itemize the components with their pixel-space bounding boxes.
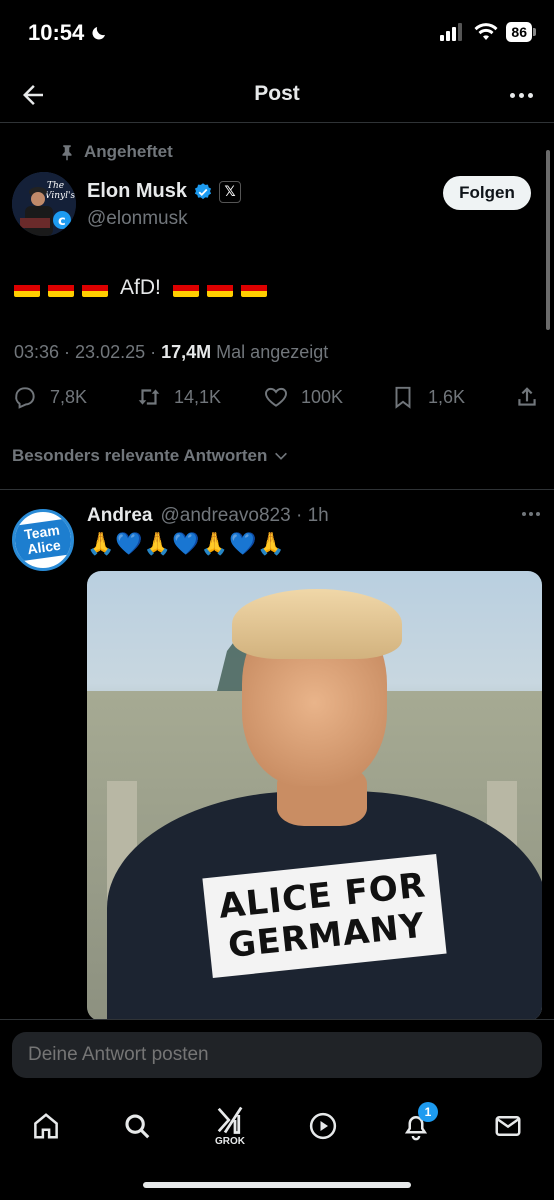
reply-text: 🙏💙🙏💙🙏💙🙏 [87, 531, 286, 556]
repost-count: 14,1K [174, 386, 222, 407]
pinned-indicator: Angeheftet [58, 142, 173, 162]
status-time: 10:54 [28, 20, 108, 46]
nav-video[interactable] [301, 1104, 345, 1148]
like-count: 100K [301, 386, 344, 407]
reply-author-name[interactable]: Andrea [87, 505, 152, 527]
reply-author-handle[interactable]: @andreavo823 · 1h [160, 505, 328, 527]
dot [529, 512, 533, 516]
reply-header: Andrea @andreavo823 · 1h [87, 505, 329, 527]
signal-icon [440, 23, 463, 41]
author-handle[interactable]: @elonmusk [87, 208, 188, 230]
pin-icon [62, 145, 72, 161]
post-actions: 7,8K 14,1K 100K 1,6K [0, 384, 554, 416]
german-flag-icon [240, 279, 267, 297]
post-text: AfD! [14, 276, 267, 300]
home-indicator[interactable] [143, 1182, 411, 1188]
reply-image[interactable]: ALICE FOR GERMANY [87, 571, 542, 1021]
german-flag-icon [48, 279, 74, 297]
verified-badge-icon [194, 182, 212, 199]
german-flag-icon [206, 279, 233, 297]
moon-icon [92, 27, 106, 40]
scrollbar[interactable] [546, 150, 550, 330]
nav-grok[interactable]: GROK [208, 1104, 252, 1148]
reply-button[interactable]: 7,8K [12, 384, 87, 410]
back-button[interactable] [18, 80, 48, 110]
post-time[interactable]: 03:36 [14, 342, 59, 362]
german-flag-icon [14, 279, 40, 297]
repost-button[interactable]: 14,1K [136, 384, 221, 410]
reply-avatar-text: Team Alice [15, 518, 71, 562]
dot [536, 512, 540, 516]
like-button[interactable]: 100K [263, 384, 343, 410]
wifi-icon [474, 23, 498, 40]
post-date[interactable]: 23.02.25 [75, 342, 145, 362]
share-button[interactable] [514, 384, 540, 410]
follow-button[interactable]: Folgen [443, 176, 531, 210]
chevron-down-icon [275, 452, 288, 460]
bookmark-button[interactable]: 1,6K [390, 384, 465, 410]
mail-icon [495, 1116, 521, 1136]
battery-indicator: 86 [506, 22, 536, 42]
home-icon [34, 1113, 58, 1139]
heart-icon [265, 387, 287, 407]
author-name-row[interactable]: Elon Musk 𝕏 [87, 180, 242, 203]
arrow-left-icon [23, 85, 43, 105]
grok-label: GROK [215, 1136, 245, 1147]
nav-search[interactable] [115, 1104, 159, 1148]
clock-text: 10:54 [28, 20, 85, 45]
author-avatar[interactable]: The Vinyl's c [12, 172, 76, 236]
german-flag-icon [172, 279, 199, 297]
reply-composer [0, 1019, 554, 1089]
reply-sort-label: Besonders relevante Antworten [12, 446, 268, 465]
nav-notifications[interactable]: 1 [394, 1102, 438, 1148]
svg-text:c: c [58, 214, 66, 229]
grok-icon [217, 1106, 243, 1134]
svg-text:The: The [47, 181, 64, 191]
avatar-image: The Vinyl's c [12, 172, 76, 236]
dot [522, 512, 526, 516]
header-divider [0, 122, 554, 123]
reply-icon [15, 387, 35, 409]
dot [527, 92, 533, 98]
reply-more-button[interactable] [522, 512, 540, 516]
search-icon [125, 1114, 150, 1139]
view-count: 17,4M [161, 342, 212, 362]
reply-sort-dropdown[interactable]: Besonders relevante Antworten [12, 446, 289, 466]
svg-text:Vinyl's: Vinyl's [45, 191, 75, 201]
play-circle-icon [309, 1112, 337, 1140]
repost-icon [138, 389, 160, 405]
author-name[interactable]: Elon Musk [87, 180, 187, 203]
reply-count: 7,8K [50, 386, 88, 407]
nav-home[interactable] [24, 1104, 68, 1148]
pinned-label: Angeheftet [84, 142, 173, 161]
replies-divider [0, 489, 554, 490]
post-meta: 03:36 · 23.02.25 · 17,4M Mal angezeigt [14, 342, 329, 362]
bookmark-count: 1,6K [428, 386, 466, 407]
page-title: Post [254, 82, 300, 105]
view-count-label: Mal angezeigt [216, 342, 329, 362]
dot [518, 92, 524, 98]
share-icon [518, 387, 536, 406]
reply-avatar[interactable]: Team Alice [12, 509, 74, 571]
notifications-badge: 1 [418, 1102, 438, 1122]
x-affiliate-icon: 𝕏 [219, 180, 242, 203]
post-text-body: AfD! [120, 276, 161, 299]
status-bar: 10:54 86 [0, 0, 554, 66]
header: Post [0, 66, 554, 122]
german-flag-icon [82, 279, 108, 297]
status-icons: 86 [440, 22, 536, 42]
reply-handle-text: @andreavo823 [160, 505, 291, 526]
reply-age: 1h [307, 505, 329, 526]
figure-hair [232, 589, 402, 659]
reply-input[interactable] [12, 1032, 542, 1078]
dot [509, 92, 515, 98]
nav-messages[interactable] [486, 1104, 530, 1148]
bookmark-icon [395, 386, 411, 409]
more-options-button[interactable] [506, 80, 536, 110]
